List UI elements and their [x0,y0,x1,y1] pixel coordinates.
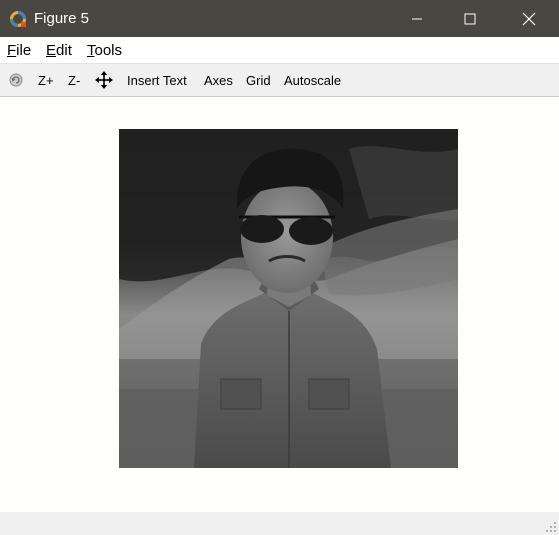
menu-tools[interactable]: Tools [87,42,122,59]
menu-edit-label: dit [56,42,72,59]
grayscale-photo [119,129,458,468]
menu-bar: File Edit Tools [0,37,559,63]
maximize-icon [464,13,476,24]
rotate-icon[interactable] [8,72,24,88]
zoom-out-button[interactable]: Z- [68,73,80,88]
grid-button[interactable]: Grid [246,73,271,88]
axes-button[interactable]: Axes [204,73,233,88]
menu-edit[interactable]: Edit [46,42,72,59]
insert-text-button[interactable]: Insert Text [127,73,187,88]
title-bar: Figure 5 [0,0,559,37]
minimize-icon [412,18,422,19]
menu-file[interactable]: File [7,42,31,59]
zoom-in-button[interactable]: Z+ [38,73,54,88]
autoscale-button[interactable]: Autoscale [284,73,341,88]
status-bar [0,512,559,535]
pan-icon[interactable] [95,71,113,89]
window-title: Figure 5 [34,10,90,27]
octave-logo-icon [10,11,26,27]
menu-edit-accel: E [46,42,57,59]
figure-canvas[interactable] [0,97,559,512]
figure-toolbar: Z+ Z- Insert Text Axes Grid Autoscale [0,63,559,97]
menu-tools-label: ools [94,42,123,59]
menu-file-accel: F [7,42,17,59]
close-icon [522,12,536,25]
menu-file-label: ile [16,42,32,59]
maximize-button[interactable] [447,0,493,37]
close-button[interactable] [506,0,552,37]
minimize-button[interactable] [394,0,440,37]
menu-tools-accel: T [87,42,95,59]
resize-grip-icon[interactable] [545,521,557,533]
